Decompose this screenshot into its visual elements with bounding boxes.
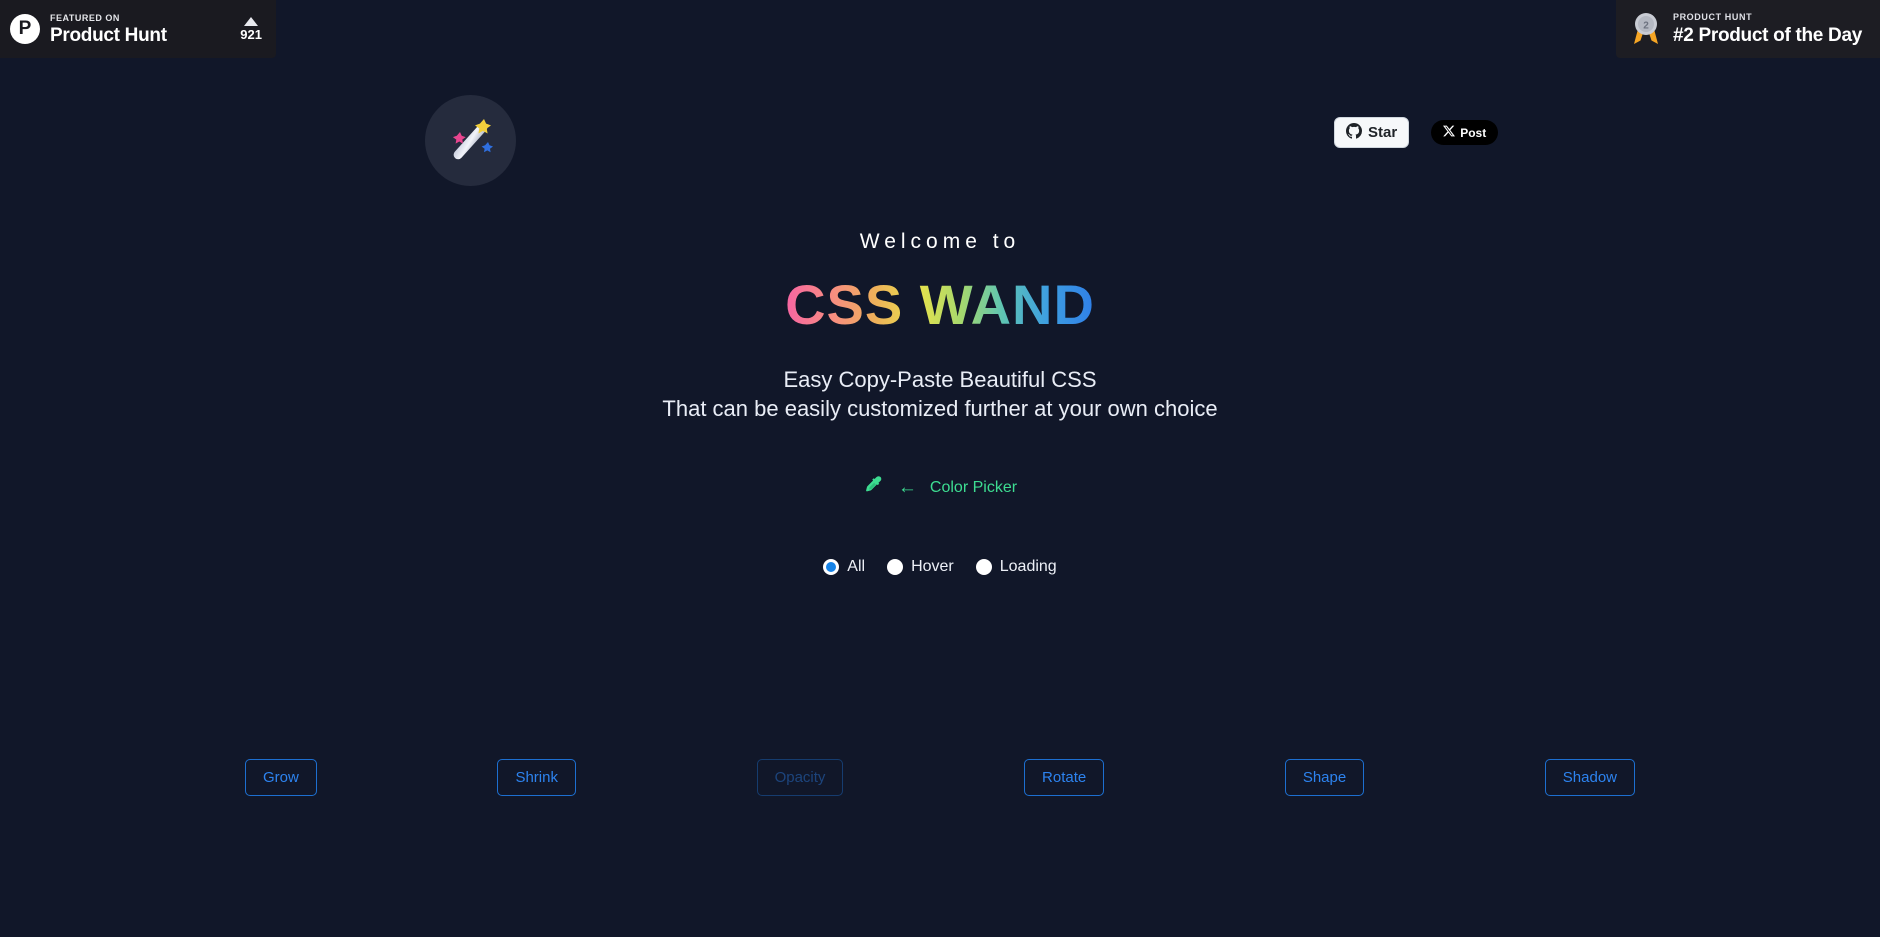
tagline: Easy Copy-Paste Beautiful CSS That can b… <box>0 365 1880 423</box>
github-star-label: Star <box>1368 124 1398 141</box>
product-hunt-name: Product Hunt <box>50 24 167 46</box>
effect-button-shadow[interactable]: Shadow <box>1544 759 1635 796</box>
tagline-line-1: Easy Copy-Paste Beautiful CSS <box>783 367 1097 392</box>
radio-label-loading: Loading <box>999 558 1057 575</box>
effect-button-rotate[interactable]: Rotate <box>1024 759 1105 796</box>
effect-button-grow[interactable]: Grow <box>245 759 317 796</box>
effect-button-shrink[interactable]: Shrink <box>497 759 576 796</box>
css-wand-logo <box>425 95 516 186</box>
effect-button-opacity[interactable]: Opacity <box>756 759 844 796</box>
effect-button-shape[interactable]: Shape <box>1284 759 1365 796</box>
x-logo-icon <box>1443 125 1456 140</box>
radio-indicator-all[interactable] <box>823 559 840 575</box>
welcome-text: Welcome to <box>859 230 1021 253</box>
featured-on-label: FEATURED ON <box>50 12 120 23</box>
magic-wand-icon <box>452 118 493 159</box>
radio-indicator-loading[interactable] <box>975 559 992 575</box>
product-of-the-day-badge[interactable]: 2 PRODUCT HUNT #2 Product of the Day <box>1615 0 1880 58</box>
hero-section: Welcome to CSS WAND Easy Copy-Paste Beau… <box>0 230 1880 423</box>
upvote-count: 921 <box>240 27 262 42</box>
product-hunt-banner-text: FEATURED ON Product Hunt <box>50 12 167 46</box>
color-picker-row[interactable]: ← Color Picker <box>0 474 1880 501</box>
filter-radio-group: All Hover Loading <box>0 558 1880 576</box>
x-post-button[interactable]: Post <box>1431 120 1499 145</box>
upvote-caret-icon <box>244 17 259 26</box>
radio-indicator-hover[interactable] <box>887 559 904 575</box>
radio-label-hover: Hover <box>911 558 954 575</box>
social-buttons: Star Post <box>1334 117 1499 148</box>
product-of-the-day-text: PRODUCT HUNT #2 Product of the Day <box>1672 12 1862 46</box>
upvote-group[interactable]: 921 <box>240 17 262 41</box>
radio-option-all[interactable]: All <box>823 558 865 576</box>
page-title: CSS WAND <box>785 273 1095 336</box>
radio-option-hover[interactable]: Hover <box>887 558 954 576</box>
left-arrow-icon: ← <box>897 477 917 498</box>
color-picker-label[interactable]: Color Picker <box>930 479 1017 497</box>
effect-buttons-row: Grow Shrink Opacity Rotate Shape Shadow <box>245 759 1635 796</box>
product-hunt-featured-banner[interactable]: P FEATURED ON Product Hunt 921 <box>0 0 276 58</box>
svg-text:2: 2 <box>1643 21 1649 32</box>
eyedropper-icon[interactable] <box>863 474 885 501</box>
tagline-line-2: That can be easily customized further at… <box>662 396 1218 422</box>
radio-option-loading[interactable]: Loading <box>975 558 1057 576</box>
product-of-the-day-title: #2 Product of the Day <box>1672 25 1862 46</box>
radio-label-all: All <box>847 558 866 575</box>
medal-icon: 2 <box>1630 11 1662 47</box>
product-hunt-kicker: PRODUCT HUNT <box>1672 12 1753 22</box>
x-post-label: Post <box>1460 125 1487 140</box>
product-hunt-logo-icon: P <box>10 14 40 44</box>
github-star-button[interactable]: Star <box>1334 117 1410 148</box>
github-icon <box>1346 122 1362 143</box>
